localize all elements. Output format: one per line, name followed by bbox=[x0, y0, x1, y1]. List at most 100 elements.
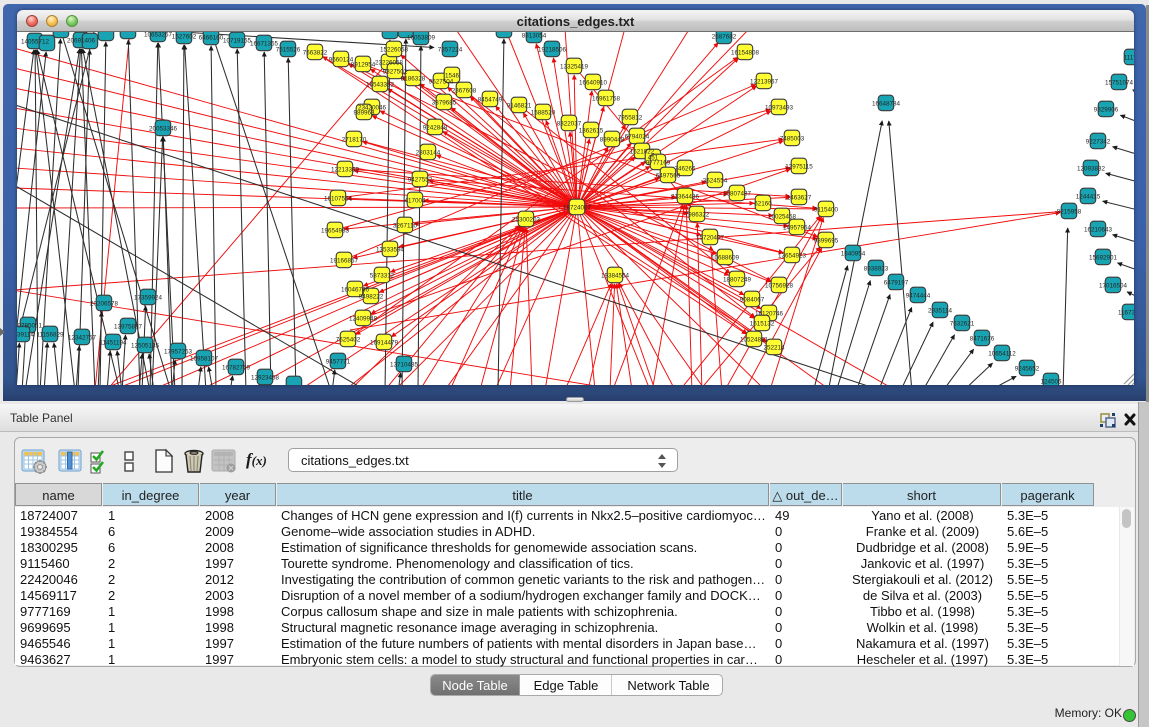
svg-text:1546: 1546 bbox=[445, 73, 460, 80]
svg-text:9146821: 9146821 bbox=[507, 103, 532, 110]
svg-text:25300203: 25300203 bbox=[512, 217, 541, 224]
svg-text:9498222: 9498222 bbox=[359, 294, 384, 301]
svg-text:16961758: 16961758 bbox=[592, 96, 621, 103]
svg-text:20785061: 20785061 bbox=[17, 323, 42, 330]
svg-text:6497568: 6497568 bbox=[656, 173, 681, 180]
svg-text:17016504: 17016504 bbox=[1099, 283, 1128, 290]
svg-text:9474444: 9474444 bbox=[906, 293, 931, 300]
svg-text:2935114: 2935114 bbox=[928, 308, 953, 315]
svg-text:12213369: 12213369 bbox=[331, 167, 360, 174]
svg-text:19384554: 19384554 bbox=[601, 273, 630, 280]
svg-text:13654923: 13654923 bbox=[778, 253, 807, 260]
svg-text:17359924: 17359924 bbox=[134, 295, 163, 302]
svg-text:20691406: 20691406 bbox=[67, 38, 96, 45]
svg-text:252214: 252214 bbox=[763, 345, 785, 352]
svg-text:16107564: 16107564 bbox=[324, 196, 353, 203]
svg-text:11451194: 11451194 bbox=[99, 340, 127, 347]
svg-text:16640910: 16640910 bbox=[579, 80, 608, 87]
svg-text:1739114: 1739114 bbox=[17, 332, 35, 339]
svg-text:10958107: 10958107 bbox=[190, 356, 219, 363]
svg-text:2803144: 2803144 bbox=[416, 150, 441, 157]
svg-text:11176: 11176 bbox=[1124, 55, 1134, 62]
svg-text:8322037: 8322037 bbox=[557, 121, 582, 128]
svg-text:2718170: 2718170 bbox=[342, 137, 367, 144]
svg-text:11156829: 11156829 bbox=[36, 332, 64, 339]
svg-text:7955812: 7955812 bbox=[618, 115, 643, 122]
svg-text:12093832: 12093832 bbox=[1077, 166, 1106, 173]
svg-text:3267110: 3267110 bbox=[393, 223, 418, 230]
svg-text:16543382: 16543382 bbox=[366, 82, 395, 89]
svg-text:7515526: 7515526 bbox=[276, 47, 301, 54]
svg-text:14055712: 14055712 bbox=[21, 39, 50, 46]
svg-text:16120746: 16120746 bbox=[755, 311, 784, 318]
svg-text:14957964: 14957964 bbox=[783, 225, 812, 232]
svg-text:1463627: 1463627 bbox=[787, 195, 812, 202]
svg-text:6794024: 6794024 bbox=[625, 134, 650, 141]
svg-text:16782759: 16782759 bbox=[222, 365, 251, 372]
svg-text:12342757: 12342757 bbox=[68, 335, 97, 342]
svg-text:20206578: 20206578 bbox=[90, 301, 119, 308]
svg-text:10756928: 10756928 bbox=[765, 283, 794, 290]
svg-text:1588520: 1588520 bbox=[531, 110, 556, 117]
svg-text:9245652: 9245652 bbox=[1015, 366, 1040, 373]
svg-text:7357224: 7357224 bbox=[438, 47, 463, 54]
svg-text:21364436: 21364436 bbox=[671, 194, 700, 201]
svg-text:2367608: 2367608 bbox=[452, 88, 477, 95]
svg-text:15226058: 15226058 bbox=[380, 47, 409, 54]
svg-text:9777169: 9777169 bbox=[646, 160, 671, 167]
svg-text:417004: 417004 bbox=[404, 198, 426, 205]
svg-text:9457771: 9457771 bbox=[326, 359, 351, 366]
svg-text:1615132: 1615132 bbox=[750, 321, 775, 328]
svg-text:989963: 989963 bbox=[353, 110, 375, 117]
svg-text:1167335: 1167335 bbox=[1118, 310, 1134, 317]
svg-text:3879685: 3879685 bbox=[432, 100, 457, 107]
svg-text:9899695: 9899695 bbox=[814, 238, 839, 245]
svg-text:16046766: 16046766 bbox=[341, 287, 370, 294]
svg-text:16053809: 16053809 bbox=[407, 35, 436, 42]
svg-text:8813054: 8813054 bbox=[522, 33, 547, 40]
svg-text:12923468: 12923468 bbox=[251, 375, 280, 382]
svg-text:9227342: 9227342 bbox=[1086, 139, 1111, 146]
svg-text:16648784: 16648784 bbox=[872, 101, 901, 108]
svg-text:2687682: 2687682 bbox=[712, 34, 737, 41]
svg-text:18724007: 18724007 bbox=[563, 205, 592, 212]
svg-text:8938923: 8938923 bbox=[864, 266, 889, 273]
svg-text:7485003: 7485003 bbox=[780, 136, 805, 143]
svg-text:20053346: 20053346 bbox=[149, 126, 178, 133]
svg-text:16154808: 16154808 bbox=[731, 50, 760, 57]
svg-text:15751074: 15751074 bbox=[1105, 80, 1134, 87]
svg-text:6466160: 6466160 bbox=[199, 35, 224, 42]
svg-text:8215958: 8215958 bbox=[1057, 209, 1082, 216]
svg-text:15720407: 15720407 bbox=[696, 235, 725, 242]
svg-text:7625402: 7625402 bbox=[336, 337, 361, 344]
svg-text:1244415: 1244415 bbox=[1076, 194, 1101, 201]
svg-text:8912954: 8912954 bbox=[351, 62, 376, 69]
svg-text:7663822: 7663822 bbox=[303, 50, 328, 57]
svg-text:3624554: 3624554 bbox=[703, 178, 728, 185]
svg-text:6479197: 6479197 bbox=[884, 280, 909, 287]
svg-text:13325419: 13325419 bbox=[560, 64, 589, 71]
svg-text:5873312: 5873312 bbox=[370, 273, 395, 280]
svg-text:10719155: 10719155 bbox=[223, 38, 252, 45]
svg-text:12213967: 12213967 bbox=[750, 79, 779, 86]
svg-text:7632621: 7632621 bbox=[950, 321, 975, 328]
svg-text:12975115: 12975115 bbox=[785, 164, 813, 171]
svg-text:12505135: 12505135 bbox=[131, 343, 160, 350]
svg-text:19654983: 19654983 bbox=[321, 228, 350, 235]
svg-text:13975887: 13975887 bbox=[114, 324, 143, 331]
svg-text:23226058: 23226058 bbox=[375, 60, 404, 67]
svg-text:10654112: 10654112 bbox=[988, 351, 1016, 358]
svg-text:8186328: 8186328 bbox=[401, 76, 426, 83]
svg-text:10025458: 10025458 bbox=[768, 214, 797, 221]
svg-text:10973493: 10973493 bbox=[765, 105, 794, 112]
svg-text:10653267: 10653267 bbox=[144, 32, 173, 39]
svg-text:10524861: 10524861 bbox=[740, 337, 769, 344]
svg-text:9427552: 9427552 bbox=[408, 177, 433, 184]
svg-text:18807249: 18807249 bbox=[723, 277, 752, 284]
svg-text:9329906: 9329906 bbox=[1094, 107, 1119, 114]
svg-text:8471676: 8471676 bbox=[970, 336, 995, 343]
svg-text:9115400: 9115400 bbox=[814, 207, 839, 214]
svg-text:10688609: 10688609 bbox=[711, 255, 740, 262]
svg-text:8990448: 8990448 bbox=[600, 137, 625, 144]
svg-text:9084067: 9084067 bbox=[740, 297, 765, 304]
